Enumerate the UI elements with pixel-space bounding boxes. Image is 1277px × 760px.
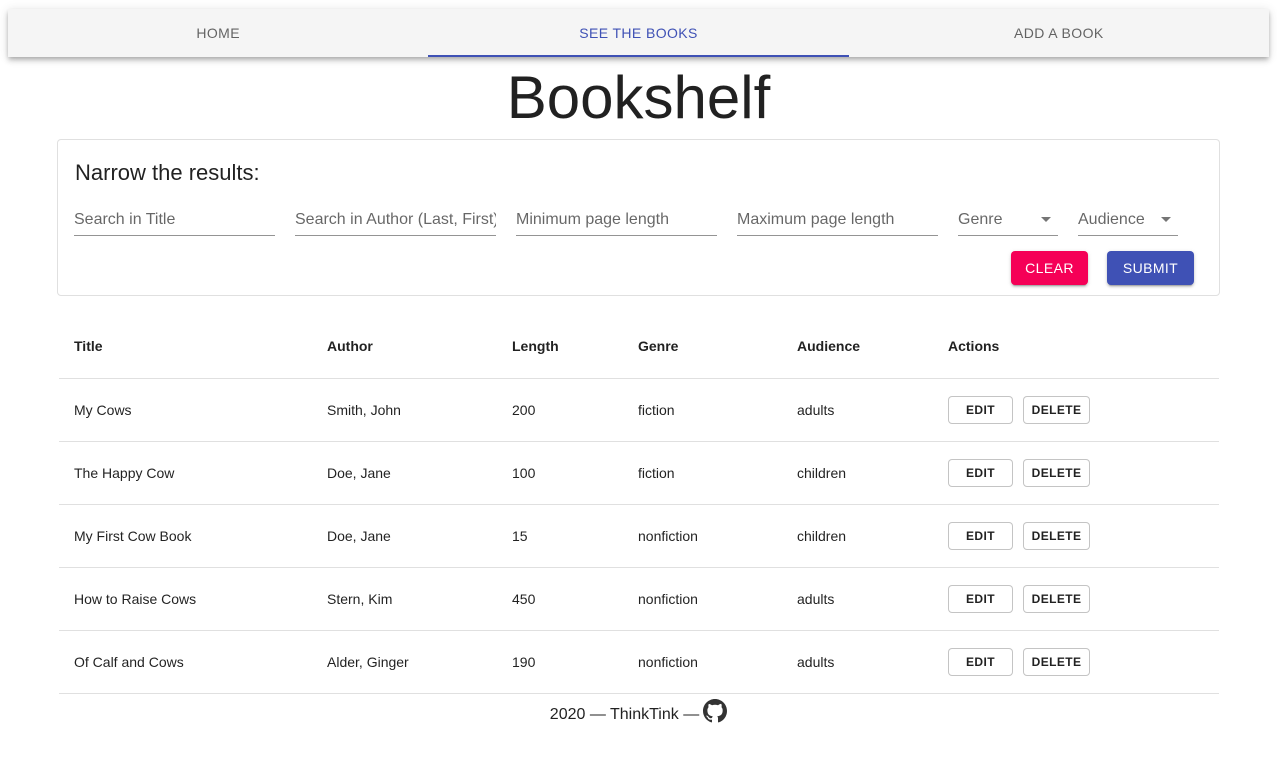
table-row: My Cows Smith, John 200 fiction adults E…	[59, 378, 1219, 442]
clear-button[interactable]: CLEAR	[1011, 251, 1088, 285]
cell-actions: EDIT DELETE	[933, 504, 1219, 568]
cell-author: Stern, Kim	[312, 567, 497, 631]
column-header-genre: Genre	[623, 315, 782, 379]
cell-actions: EDIT DELETE	[933, 441, 1219, 505]
submit-button[interactable]: SUBMIT	[1107, 251, 1194, 285]
max-length-input[interactable]	[737, 206, 938, 234]
author-search-input[interactable]	[295, 206, 496, 234]
footer: 2020 — ThinkTink —	[0, 699, 1277, 724]
cell-author: Doe, Jane	[312, 441, 497, 505]
edit-button[interactable]: EDIT	[948, 647, 1013, 676]
tab-see-the-books[interactable]: SEE THE BOOKS	[428, 9, 849, 57]
delete-button[interactable]: DELETE	[1023, 647, 1090, 676]
table-row: Of Calf and Cows Alder, Ginger 190 nonfi…	[59, 630, 1219, 694]
delete-button[interactable]: DELETE	[1023, 584, 1090, 613]
cell-actions: EDIT DELETE	[933, 378, 1219, 442]
cell-genre: fiction	[623, 378, 782, 442]
cell-title: My Cows	[59, 378, 312, 442]
title-search-input[interactable]	[74, 206, 275, 234]
edit-button[interactable]: EDIT	[948, 395, 1013, 424]
cell-author: Alder, Ginger	[312, 630, 497, 694]
column-header-author: Author	[312, 315, 497, 379]
cell-title: How to Raise Cows	[59, 567, 312, 631]
cell-audience: adults	[782, 567, 933, 631]
cell-genre: nonfiction	[623, 630, 782, 694]
column-header-actions: Actions	[933, 315, 1219, 379]
min-length-field	[516, 206, 717, 236]
books-table: Title Author Length Genre Audience Actio…	[59, 315, 1219, 694]
cell-author: Smith, John	[312, 378, 497, 442]
filter-heading: Narrow the results:	[75, 160, 260, 185]
max-length-field	[737, 206, 938, 236]
footer-text: 2020 — ThinkTink —	[549, 706, 700, 723]
genre-select[interactable]: Genre	[958, 206, 1058, 236]
delete-button[interactable]: DELETE	[1023, 458, 1090, 487]
delete-button[interactable]: DELETE	[1023, 521, 1090, 550]
github-icon[interactable]	[703, 699, 728, 723]
cell-length: 100	[497, 441, 623, 505]
edit-button[interactable]: EDIT	[948, 521, 1013, 550]
cell-length: 15	[497, 504, 623, 568]
table-row: My First Cow Book Doe, Jane 15 nonfictio…	[59, 504, 1219, 568]
dropdown-arrow-icon	[1041, 217, 1051, 222]
min-length-input[interactable]	[516, 206, 717, 234]
edit-button[interactable]: EDIT	[948, 584, 1013, 613]
column-header-title: Title	[59, 315, 312, 379]
cell-audience: adults	[782, 630, 933, 694]
table-row: The Happy Cow Doe, Jane 100 fiction chil…	[59, 441, 1219, 505]
author-search-field	[295, 206, 496, 236]
title-search-field	[74, 206, 275, 236]
cell-genre: fiction	[623, 441, 782, 505]
table-header-row: Title Author Length Genre Audience Actio…	[59, 315, 1219, 379]
cell-length: 190	[497, 630, 623, 694]
audience-select-label: Audience	[1078, 211, 1145, 228]
filter-card: Narrow the results: Genre Audience CLEAR…	[57, 139, 1220, 296]
cell-actions: EDIT DELETE	[933, 630, 1219, 694]
cell-length: 200	[497, 378, 623, 442]
table-row: How to Raise Cows Stern, Kim 450 nonfict…	[59, 567, 1219, 631]
delete-button[interactable]: DELETE	[1023, 395, 1090, 424]
dropdown-arrow-icon	[1161, 217, 1171, 222]
cell-title: The Happy Cow	[59, 441, 312, 505]
genre-select-label: Genre	[958, 211, 1003, 228]
column-header-audience: Audience	[782, 315, 933, 379]
audience-select[interactable]: Audience	[1078, 206, 1178, 236]
nav-tabs: HOME SEE THE BOOKS ADD A BOOK	[8, 9, 1269, 57]
cell-length: 450	[497, 567, 623, 631]
cell-title: Of Calf and Cows	[59, 630, 312, 694]
cell-audience: adults	[782, 378, 933, 442]
cell-title: My First Cow Book	[59, 504, 312, 568]
page-title: Bookshelf	[506, 64, 771, 131]
cell-genre: nonfiction	[623, 567, 782, 631]
cell-author: Doe, Jane	[312, 504, 497, 568]
cell-audience: children	[782, 504, 933, 568]
column-header-length: Length	[497, 315, 623, 379]
tab-add-a-book[interactable]: ADD A BOOK	[849, 9, 1269, 57]
cell-audience: children	[782, 441, 933, 505]
edit-button[interactable]: EDIT	[948, 458, 1013, 487]
cell-genre: nonfiction	[623, 504, 782, 568]
cell-actions: EDIT DELETE	[933, 567, 1219, 631]
tab-home[interactable]: HOME	[8, 9, 428, 57]
